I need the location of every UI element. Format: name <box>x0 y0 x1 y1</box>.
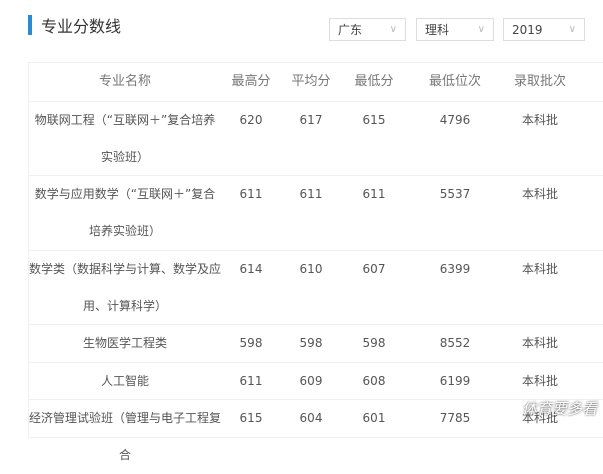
avg-score: 610 <box>299 262 323 276</box>
table-row: 物联网工程（“互联网＋”复合培养实验班） 620 617 615 4796 本科批 <box>29 102 603 176</box>
table-row: 数学类（数据科学与计算、数学及应用、计算科学） 614 610 607 6399 本科批 <box>29 251 603 325</box>
score-table: 专业名称 最高分 平均分 最低分 最低位次 录取批次 物联网工程（“互联网＋”复… <box>28 62 603 462</box>
min-score: 601 <box>362 411 386 425</box>
major-name: 数学类（数据科学与计算、数学及应用、计算科学） <box>29 262 222 313</box>
min-score: 598 <box>362 336 386 350</box>
min-score: 615 <box>362 113 386 127</box>
max-score: 598 <box>239 336 263 350</box>
min-score: 607 <box>362 262 386 276</box>
major-name: 数学与应用数学（“互联网＋”复合培养实验班） <box>34 187 216 238</box>
avg-score: 617 <box>299 113 323 127</box>
table-row: 经济管理试验班（管理与电子工程复合 615 604 601 7785 本科批 <box>29 400 603 462</box>
header-min: 最低分 <box>354 74 394 89</box>
page-title: 专业分数线 <box>28 14 121 36</box>
header-batch: 录取批次 <box>513 74 566 89</box>
min-score: 611 <box>362 187 386 201</box>
major-name: 经济管理试验班（管理与电子工程复合 <box>29 411 222 462</box>
header-max: 最高分 <box>231 74 271 89</box>
table-row: 生物医学工程类 598 598 598 8552 本科批 <box>29 325 603 363</box>
major-name: 生物医学工程类 <box>82 336 167 350</box>
table-row: 数学与应用数学（“互联网＋”复合培养实验班） 611 611 611 5537 本科批 <box>29 176 603 251</box>
min-rank: 6199 <box>439 374 471 388</box>
max-score: 611 <box>239 187 263 201</box>
min-rank: 7785 <box>439 411 471 425</box>
batch: 本科批 <box>521 113 558 127</box>
header-rank: 最低位次 <box>428 74 481 89</box>
avg-score: 604 <box>299 411 323 425</box>
title-text: 专业分数线 <box>41 17 122 36</box>
chevron-down-icon: ∨ <box>477 24 485 35</box>
title-accent-bar <box>28 15 32 35</box>
max-score: 611 <box>239 374 263 388</box>
header-major: 专业名称 <box>98 74 151 89</box>
year-select[interactable]: 2019 ∨ <box>503 18 585 41</box>
watermark: 体育要多看 <box>521 400 597 418</box>
min-rank: 5537 <box>439 187 471 201</box>
batch: 本科批 <box>521 262 558 276</box>
avg-score: 611 <box>299 187 323 201</box>
max-score: 620 <box>239 113 263 127</box>
year-value: 2019 <box>512 22 543 37</box>
avg-score: 598 <box>299 336 323 350</box>
min-rank: 8552 <box>439 336 471 350</box>
major-name: 物联网工程（“互联网＋”复合培养实验班） <box>34 113 216 164</box>
avg-score: 609 <box>299 374 323 388</box>
major-name: 人工智能 <box>100 374 149 388</box>
batch: 本科批 <box>521 374 558 388</box>
subject-value: 理科 <box>425 23 450 37</box>
province-select[interactable]: 广东 ∨ <box>329 18 406 41</box>
table-row: 人工智能 611 609 608 6199 本科批 <box>29 363 603 400</box>
header-avg: 平均分 <box>291 74 331 89</box>
batch: 本科批 <box>521 336 558 350</box>
batch: 本科批 <box>521 187 558 201</box>
province-value: 广东 <box>338 23 363 37</box>
max-score: 615 <box>239 411 263 425</box>
chevron-down-icon: ∨ <box>568 24 576 35</box>
min-score: 608 <box>362 374 386 388</box>
min-rank: 4796 <box>439 113 471 127</box>
chevron-down-icon: ∨ <box>389 24 397 35</box>
max-score: 614 <box>239 262 263 276</box>
table-header: 专业名称 最高分 平均分 最低分 最低位次 录取批次 <box>29 63 603 102</box>
subject-select[interactable]: 理科 ∨ <box>416 18 494 41</box>
min-rank: 6399 <box>439 262 471 276</box>
